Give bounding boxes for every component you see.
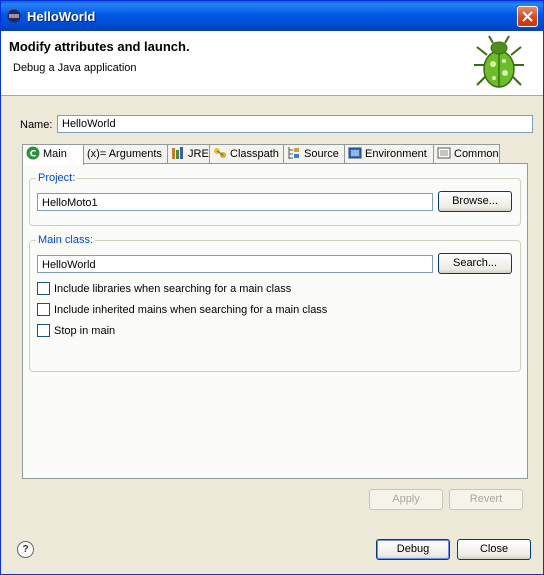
tab-label: Environment: [365, 148, 427, 160]
tab-source[interactable]: Source: [283, 144, 345, 163]
eclipse-icon: [7, 9, 21, 23]
main-class-label: Main class:: [36, 234, 96, 246]
project-group: Project: HelloMoto1 Browse...: [29, 172, 521, 226]
launch-configuration-dialog: HelloWorld Modify attributes and launch.…: [0, 0, 544, 575]
name-field[interactable]: HelloWorld: [57, 115, 533, 133]
apply-button[interactable]: Apply: [369, 489, 443, 510]
close-button[interactable]: Close: [457, 539, 531, 560]
common-icon: [437, 147, 451, 159]
name-label: Name:: [20, 119, 53, 131]
tab-arguments[interactable]: (x)= Arguments: [83, 144, 168, 163]
search-button[interactable]: Search...: [438, 253, 512, 274]
checkbox-box[interactable]: [37, 303, 50, 316]
help-icon[interactable]: ?: [17, 541, 34, 558]
checkbox-label: Include libraries when searching for a m…: [54, 283, 292, 295]
close-icon: [522, 11, 533, 22]
tab-label: Common: [454, 148, 499, 160]
banner-title: Modify attributes and launch.: [9, 39, 190, 54]
tab-label: Classpath: [230, 148, 279, 160]
window-title: HelloWorld: [27, 9, 96, 24]
main-class-field[interactable]: HelloWorld: [37, 255, 433, 273]
project-field[interactable]: HelloMoto1: [37, 193, 433, 211]
configuration-area: Name: HelloWorld C Main (x)= Arguments JR…: [7, 102, 538, 527]
browse-button[interactable]: Browse...: [438, 191, 512, 212]
java-c-icon: C: [26, 146, 40, 160]
tab-label: Main: [43, 148, 67, 160]
checkbox-box[interactable]: [37, 324, 50, 337]
revert-button[interactable]: Revert: [449, 489, 523, 510]
window-close-button[interactable]: [517, 6, 538, 27]
include-libraries-checkbox[interactable]: Include libraries when searching for a m…: [37, 282, 291, 296]
tab-strip: C Main (x)= Arguments JRE Classpath Sourc…: [22, 144, 502, 165]
variable-icon: (x)=: [87, 148, 107, 160]
checkbox-box[interactable]: [37, 282, 50, 295]
tab-classpath[interactable]: Classpath: [209, 144, 284, 163]
project-label: Project:: [36, 172, 78, 184]
tab-main[interactable]: C Main: [22, 144, 84, 165]
banner-message: Debug a Java application: [13, 62, 137, 74]
include-inherited-checkbox[interactable]: Include inherited mains when searching f…: [37, 303, 327, 317]
source-icon: [288, 147, 299, 159]
tab-label: Source: [304, 148, 339, 160]
title-bar[interactable]: HelloWorld: [1, 1, 543, 31]
tab-label: JRE: [188, 148, 209, 160]
main-tab-panel: Project: HelloMoto1 Browse... Main class…: [22, 163, 528, 479]
tab-jre[interactable]: JRE: [167, 144, 210, 163]
svg-text:C: C: [30, 150, 37, 160]
tab-label: Arguments: [108, 148, 162, 160]
classpath-icon: [214, 148, 226, 158]
main-class-group: Main class: HelloWorld Search... Include…: [29, 234, 521, 372]
library-icon: [172, 147, 183, 159]
checkbox-label: Stop in main: [54, 325, 116, 337]
header-banner: Modify attributes and launch. Debug a Ja…: [1, 31, 543, 96]
tab-environment[interactable]: Environment: [344, 144, 434, 163]
stop-in-main-checkbox[interactable]: Stop in main: [37, 324, 115, 338]
tab-common[interactable]: Common: [433, 144, 500, 163]
checkbox-label: Include inherited mains when searching f…: [54, 304, 328, 316]
debug-button[interactable]: Debug: [376, 539, 450, 560]
environment-icon: [348, 147, 362, 159]
bug-icon: [474, 35, 524, 88]
